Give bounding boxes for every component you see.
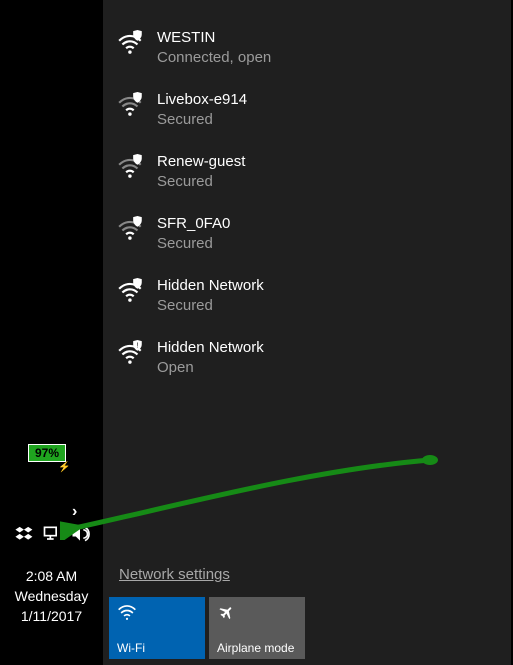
wifi-network-status: Secured: [157, 172, 245, 192]
airplane-tile-label: Airplane mode: [217, 641, 297, 655]
clock-time: 2:08 AM: [0, 566, 103, 586]
wifi-icon: [117, 603, 197, 623]
wifi-signal-icon: [117, 154, 145, 182]
clock-day: Wednesday: [0, 586, 103, 606]
wifi-network-name: SFR_0FA0: [157, 214, 230, 234]
wifi-signal-icon: [117, 30, 145, 58]
wifi-network-status: Secured: [157, 234, 230, 254]
wifi-signal-icon: [117, 278, 145, 306]
wifi-network-item[interactable]: ! Hidden NetworkOpen: [103, 330, 511, 392]
airplane-icon: [217, 603, 297, 623]
wifi-network-name: Hidden Network: [157, 338, 264, 358]
dropbox-tray-icon[interactable]: [14, 524, 34, 544]
wifi-flyout-panel: WESTINConnected, openLivebox-e914Secured…: [103, 0, 511, 665]
wifi-network-list: WESTINConnected, openLivebox-e914Secured…: [103, 0, 511, 392]
wifi-network-name: Livebox-e914: [157, 90, 247, 110]
quick-action-row: Wi-Fi Airplane mode: [109, 597, 305, 659]
wifi-network-item[interactable]: Renew-guestSecured: [103, 144, 511, 206]
wifi-toggle-tile[interactable]: Wi-Fi: [109, 597, 205, 659]
taskbar-clock[interactable]: 2:08 AM Wednesday 1/11/2017: [0, 566, 103, 626]
wifi-network-item[interactable]: Livebox-e914Secured: [103, 82, 511, 144]
svg-text:!: !: [136, 341, 138, 350]
wifi-network-status: Secured: [157, 110, 247, 130]
power-plug-icon: ⚡: [58, 462, 70, 473]
tray-overflow-chevron-icon[interactable]: ›: [72, 503, 77, 521]
clock-date: 1/11/2017: [0, 606, 103, 626]
battery-badge[interactable]: 97%: [28, 444, 66, 462]
wifi-network-status: Connected, open: [157, 48, 271, 68]
wifi-network-item[interactable]: Hidden NetworkSecured: [103, 268, 511, 330]
wifi-network-name: WESTIN: [157, 28, 271, 48]
wifi-network-name: Hidden Network: [157, 276, 264, 296]
taskbar-column: 97% ⚡ › 2:08 AM Wednesday 1/11/2017: [0, 0, 103, 665]
wifi-tile-label: Wi-Fi: [117, 641, 197, 655]
wifi-network-item[interactable]: WESTINConnected, open: [103, 20, 511, 82]
wifi-signal-icon: [117, 92, 145, 120]
network-settings-link[interactable]: Network settings: [119, 566, 230, 583]
airplane-mode-tile[interactable]: Airplane mode: [209, 597, 305, 659]
wifi-network-item[interactable]: SFR_0FA0Secured: [103, 206, 511, 268]
wifi-network-status: Open: [157, 358, 264, 378]
volume-tray-icon[interactable]: [70, 524, 90, 544]
wifi-signal-icon: !: [117, 340, 145, 368]
network-tray-icon[interactable]: [42, 524, 62, 544]
wifi-signal-icon: [117, 216, 145, 244]
wifi-network-status: Secured: [157, 296, 264, 316]
wifi-network-name: Renew-guest: [157, 152, 245, 172]
